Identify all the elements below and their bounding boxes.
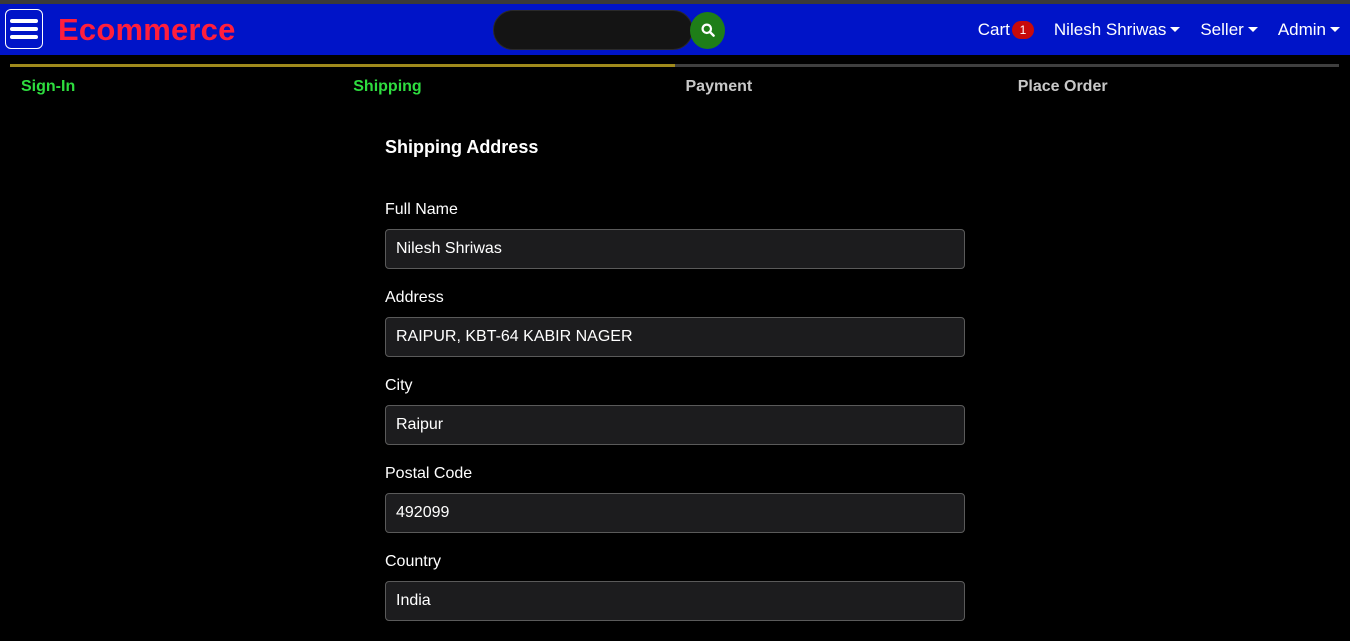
step-sign-in: Sign-In <box>10 64 343 96</box>
address-field[interactable] <box>385 317 965 357</box>
caret-down-icon <box>1330 27 1340 32</box>
sidebar-toggle-button[interactable] <box>5 9 43 49</box>
city-label: City <box>385 377 413 394</box>
hamburger-icon <box>10 19 38 23</box>
search-input[interactable] <box>493 10 693 50</box>
user-menu-dropdown[interactable]: Nilesh Shriwas <box>1053 19 1181 40</box>
full-name-label: Full Name <box>385 201 458 218</box>
cart-label: Cart <box>977 19 1010 39</box>
cart-link[interactable]: Cart 1 <box>978 20 1034 40</box>
hamburger-icon <box>10 27 38 31</box>
navbar: Ecommerce Cart 1 Nilesh Shriwas Seller A… <box>0 4 1350 55</box>
country-label: Country <box>385 553 442 570</box>
search-box <box>493 10 725 50</box>
search-icon <box>701 23 715 37</box>
seller-menu-dropdown[interactable]: Seller <box>1200 19 1258 40</box>
form-title: Shipping Address <box>385 137 539 157</box>
checkout-steps: Sign-In Shipping Payment Place Order <box>10 64 1339 96</box>
hamburger-icon <box>10 35 38 39</box>
seller-menu-label: Seller <box>1200 19 1244 39</box>
caret-down-icon <box>1170 27 1181 32</box>
step-shipping: Shipping <box>342 64 675 96</box>
search-button[interactable] <box>690 11 725 49</box>
brand-link[interactable]: Ecommerce <box>58 12 236 48</box>
step-payment: Payment <box>674 64 1007 96</box>
caret-down-icon <box>1247 27 1258 32</box>
postal-code-label: Postal Code <box>385 465 473 482</box>
nav-links: Cart 1 Nilesh Shriwas Seller Admin <box>958 4 1340 55</box>
admin-menu-dropdown[interactable]: Admin <box>1278 20 1340 40</box>
admin-menu-label: Admin <box>1277 19 1326 39</box>
user-menu-label: Nilesh Shriwas <box>1053 19 1167 39</box>
country-field[interactable] <box>385 581 965 621</box>
shipping-address-form: Shipping Address Full Name Address City … <box>385 137 965 641</box>
city-field[interactable] <box>385 405 965 445</box>
step-place-order: Place Order <box>1006 64 1339 96</box>
address-label: Address <box>385 289 444 306</box>
postal-code-field[interactable] <box>385 493 965 533</box>
full-name-field[interactable] <box>385 229 965 269</box>
cart-count-badge: 1 <box>1011 20 1034 39</box>
